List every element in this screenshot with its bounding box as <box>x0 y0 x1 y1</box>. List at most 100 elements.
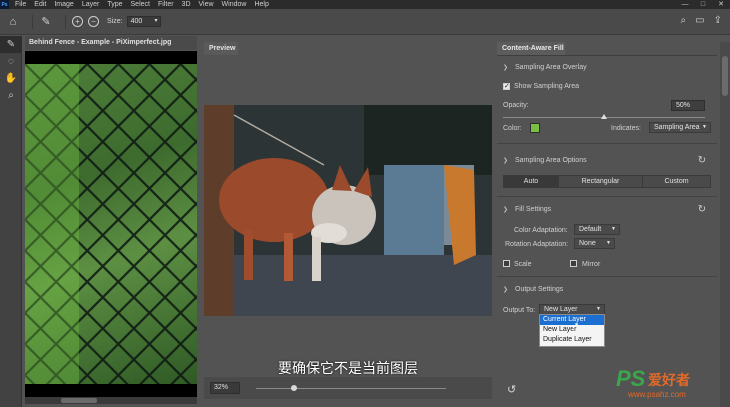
divider <box>32 14 33 29</box>
maximize-button[interactable]: □ <box>694 0 712 9</box>
chevron-down-icon: ❯ <box>503 158 509 164</box>
scale-checkbox[interactable] <box>503 260 510 267</box>
subtract-from-selection-icon[interactable]: − <box>88 16 99 27</box>
minimize-button[interactable]: — <box>676 0 694 9</box>
photoshop-logo: Ps <box>0 0 9 9</box>
lasso-icon[interactable]: ◌ <box>0 53 22 70</box>
video-subtitle: 要确保它不是当前图层 <box>278 360 418 376</box>
preview-tab[interactable]: Preview <box>204 42 238 55</box>
menu-layer[interactable]: Layer <box>82 1 100 8</box>
section-title: Sampling Area Options <box>515 157 587 164</box>
close-button[interactable]: ✕ <box>712 0 730 9</box>
window-controls: — □ ✕ <box>676 0 730 9</box>
zoom-slider[interactable] <box>256 384 446 391</box>
menu-view[interactable]: View <box>199 1 214 8</box>
watermark-url: www.psahz.com <box>628 390 686 399</box>
menu-help[interactable]: Help <box>254 1 268 8</box>
size-label: Size: <box>107 18 123 25</box>
panel-title[interactable]: Content-Aware Fill <box>497 42 565 55</box>
sampling-mode-segmented: Auto Rectangular Custom <box>503 175 711 188</box>
menu-bar: Ps File Edit Image Layer Type Select Fil… <box>0 0 730 9</box>
menu-type[interactable]: Type <box>107 1 122 8</box>
chevron-down-icon: ❯ <box>503 207 509 213</box>
workspace-icon[interactable]: ▭ <box>695 15 704 26</box>
scroll-thumb[interactable] <box>61 398 97 403</box>
menu-option-duplicate-layer[interactable]: Duplicate Layer <box>540 335 604 345</box>
reset-icon[interactable]: ↻ <box>696 204 708 216</box>
rotation-adaptation-value: None <box>579 240 596 247</box>
indicates-value: Sampling Area <box>654 124 700 131</box>
mouse-cursor-icon: ➚ <box>571 321 580 332</box>
document-tab[interactable]: Behind Fence - Example - PiXimperfect.jp… <box>25 36 197 50</box>
zoom-slider-knob[interactable] <box>291 384 297 391</box>
watermark-brand: PS <box>616 366 646 391</box>
fence-photo <box>25 64 197 384</box>
color-label: Color: <box>503 125 522 132</box>
rectangular-button[interactable]: Rectangular <box>559 176 643 187</box>
opacity-input[interactable]: 50% <box>671 100 705 111</box>
watermark-logo: PS 爱好者 www.psahz.com <box>616 366 724 402</box>
menu-window[interactable]: Window <box>222 1 247 8</box>
zoom-icon[interactable]: ⌕ <box>0 87 22 104</box>
divider <box>497 143 717 144</box>
output-to-label: Output To: <box>503 307 536 314</box>
source-canvas[interactable] <box>25 51 197 398</box>
watermark-chinese: 爱好者 <box>648 372 690 388</box>
color-adaptation-value: Default <box>579 226 602 233</box>
custom-button[interactable]: Custom <box>643 176 710 187</box>
overlay-color-swatch[interactable] <box>530 123 540 133</box>
tools-panel: ✎ ◌ ✋ ⌕ <box>0 36 22 407</box>
chevron-down-icon: ▼ <box>606 240 611 246</box>
color-adaptation-label: Color Adaptation: <box>514 227 568 234</box>
menu-edit[interactable]: Edit <box>34 1 46 8</box>
divider <box>497 55 717 56</box>
output-settings-section[interactable]: ❯ Output Settings <box>503 286 563 293</box>
share-icon[interactable]: ⇪ <box>714 15 722 26</box>
panel-scrollbar[interactable] <box>720 42 730 407</box>
menu-select[interactable]: Select <box>131 1 150 8</box>
mirror-label: Mirror <box>582 261 601 268</box>
size-value: 400 <box>130 18 143 25</box>
sampling-options-section[interactable]: ❯ Sampling Area Options <box>503 157 587 164</box>
reset-icon[interactable]: ↻ <box>696 155 708 167</box>
brush-icon[interactable]: ✎ <box>0 36 22 53</box>
divider <box>65 14 66 29</box>
add-to-selection-icon[interactable]: + <box>72 16 83 27</box>
sampling-overlay-section[interactable]: ❯ Sampling Area Overlay <box>503 64 587 71</box>
menu-filter[interactable]: Filter <box>158 1 174 8</box>
opacity-slider-knob[interactable] <box>601 114 607 119</box>
horizontal-scrollbar[interactable] <box>25 397 197 404</box>
options-bar: ⌂ ✎ + − Size: 400 ▾ ⌕ ▭ ⇪ <box>0 9 730 35</box>
divider <box>497 196 717 197</box>
mirror-checkbox[interactable] <box>570 260 577 267</box>
show-sampling-area-checkbox[interactable] <box>503 82 510 90</box>
color-adaptation-dropdown[interactable]: Default ▼ <box>574 224 620 235</box>
size-input[interactable]: 400 ▾ <box>126 16 161 27</box>
options-right: ⌕ ▭ ⇪ <box>672 15 722 26</box>
search-icon[interactable]: ⌕ <box>681 15 687 26</box>
show-sampling-area-label: Show Sampling Area <box>514 83 579 90</box>
menu-3d[interactable]: 3D <box>182 1 191 8</box>
section-title: Sampling Area Overlay <box>515 64 587 71</box>
menu-image[interactable]: Image <box>54 1 73 8</box>
zoom-input[interactable]: 32% <box>210 382 240 394</box>
chevron-down-icon: ❯ <box>503 65 509 71</box>
chevron-down-icon: ▾ <box>154 18 158 24</box>
chevron-down-icon: ❯ <box>503 287 509 293</box>
rotation-adaptation-dropdown[interactable]: None ▼ <box>574 238 615 249</box>
hand-icon[interactable]: ✋ <box>0 70 22 87</box>
home-icon[interactable]: ⌂ <box>6 15 20 29</box>
auto-button[interactable]: Auto <box>504 176 559 187</box>
rotation-adaptation-label: Rotation Adaptation: <box>505 241 569 248</box>
indicates-dropdown[interactable]: Sampling Area ▼ <box>649 122 711 133</box>
scroll-thumb[interactable] <box>722 56 728 96</box>
preview-dog-photo <box>204 105 492 316</box>
fill-settings-section[interactable]: ❯ Fill Settings <box>503 206 551 213</box>
brush-tool-preset-icon[interactable]: ✎ <box>39 15 53 29</box>
menu-file[interactable]: File <box>15 1 26 8</box>
preview-area: 要确保它不是当前图层 <box>204 55 492 377</box>
reset-all-icon[interactable]: ↺ <box>507 383 516 396</box>
section-title: Fill Settings <box>515 206 552 213</box>
divider <box>497 276 717 277</box>
section-title: Output Settings <box>515 286 564 293</box>
